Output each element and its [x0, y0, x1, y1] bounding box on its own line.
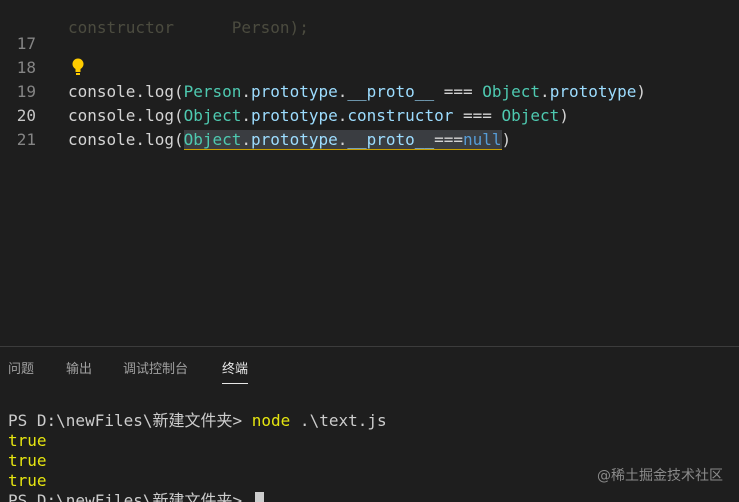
code-token: ===	[434, 130, 463, 149]
code-line-17[interactable]: 17	[0, 8, 739, 53]
code-token: .	[337, 130, 348, 149]
tab-debug-console[interactable]: 调试控制台	[123, 361, 188, 383]
code-line-20[interactable]: 20 console.log(Object.prototype.__proto_…	[0, 80, 739, 150]
terminal-cursor	[254, 492, 264, 502]
terminal-argument: .\text.js	[290, 411, 387, 430]
code-text: console.log(Object.prototype.__proto__==…	[68, 128, 511, 152]
terminal-command-line: PS D:\newFiles\新建文件夹> node .\text.js	[8, 411, 387, 431]
code-token: prototype	[251, 130, 338, 149]
terminal-prompt: PS D:\newFiles\新建文件夹>	[8, 491, 252, 502]
code-token: )	[501, 130, 512, 149]
terminal-prompt: PS D:\newFiles\新建文件夹>	[8, 411, 252, 430]
lightbulb-icon[interactable]	[72, 58, 84, 76]
line-number: 21	[16, 130, 36, 149]
code-token: .	[241, 130, 252, 149]
panel-tabs: 问题 输出 调试控制台 终端	[0, 347, 739, 391]
terminal-output-line: true	[8, 451, 47, 470]
terminal-input-line[interactable]: PS D:\newFiles\新建文件夹>	[8, 491, 264, 502]
tab-problems[interactable]: 问题	[8, 361, 34, 383]
tab-terminal[interactable]: 终端	[222, 361, 249, 384]
code-token: console.log(	[68, 130, 184, 149]
code-token: null	[462, 130, 502, 149]
code-token: __proto__	[347, 130, 435, 149]
code-editor[interactable]: constructor Person); 17 18 console.log(P…	[0, 0, 739, 346]
code-selection: Object.prototype.__proto__===null	[183, 130, 502, 150]
code-line-19[interactable]: 19 console.log(Object.prototype.construc…	[0, 56, 739, 125]
bottom-panel: 问题 输出 调试控制台 终端 PS D:\newFiles\新建文件夹> nod…	[0, 347, 739, 502]
terminal-output-line: true	[8, 431, 47, 450]
code-line-18[interactable]: 18 console.log(Person.prototype.__proto_…	[0, 32, 739, 101]
terminal-command: node	[251, 411, 291, 430]
code-token: Object	[183, 130, 242, 149]
code-line-21[interactable]: 21	[0, 104, 739, 149]
terminal-output-line: true	[8, 471, 47, 490]
tab-output[interactable]: 输出	[66, 361, 92, 383]
watermark: @稀土掘金技术社区	[597, 468, 723, 484]
